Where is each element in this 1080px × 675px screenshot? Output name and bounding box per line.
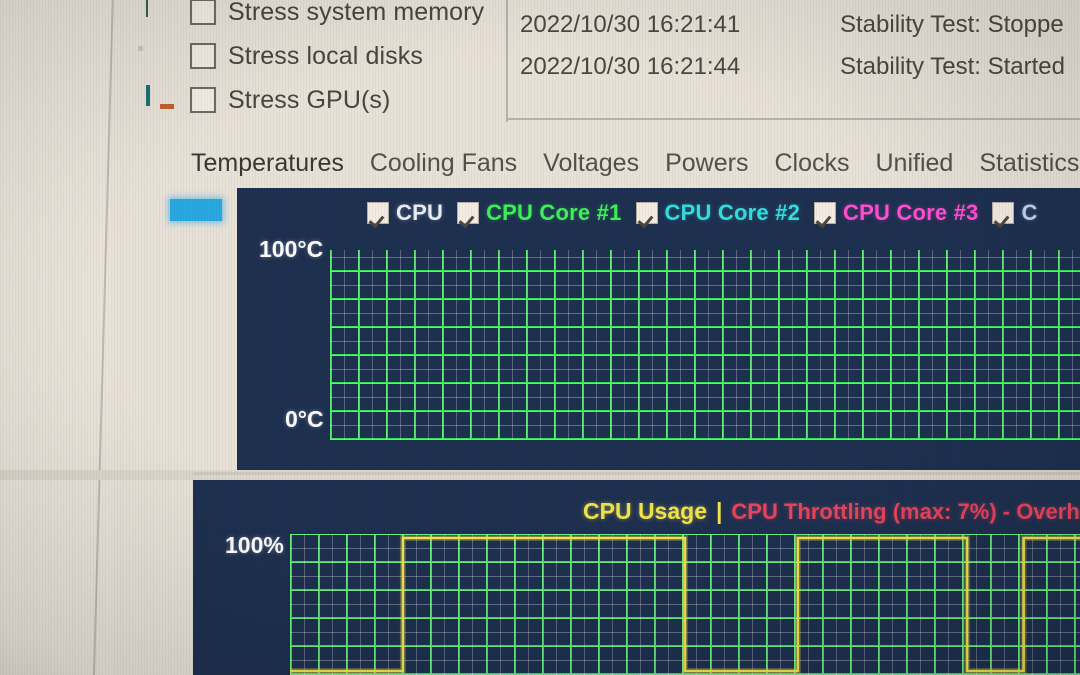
stress-option-label: Stress local disks [228,41,423,70]
chart-tab-bar[interactable]: Temperatures Cooling Fans Voltages Power… [178,146,1080,180]
log-underline [506,118,1080,120]
usage-chart-top-border [193,472,1080,475]
temperatures-chart: CPU CPU Core #1 CPU Core #2 CPU Core #3 … [237,188,1080,470]
stress-options-list: Stress system memory Stress local disks … [146,0,506,122]
ram-icon [146,0,180,25]
cpu-usage-chart: CPU Usage | CPU Throttling (max: 7%) - O… [193,480,1080,675]
disk-icon [146,43,180,69]
legend-label: CPU [396,200,444,225]
tab-voltages[interactable]: Voltages [530,146,652,180]
stress-option-row[interactable]: Stress system memory [146,0,506,34]
log-message: Stability Test: Started [840,53,1065,80]
legend-item-cpu[interactable]: CPU [367,200,443,226]
usage-chart-title: CPU Usage | CPU Throttling (max: 7%) - O… [583,498,1080,525]
log-timestamp: 2022/10/30 16:21:41 [520,11,741,38]
temperature-plot-grid [330,250,1080,440]
stress-option-label: Stress system memory [228,0,485,26]
legend-checkbox[interactable] [457,202,480,224]
log-panel[interactable]: 2022/10/30 16:21:41 Stability Test: Stop… [520,4,1080,88]
stress-gpu-checkbox[interactable] [190,87,216,113]
tab-statistics[interactable]: Statistics [966,146,1080,180]
usage-axis-max-label: 100% [225,532,284,558]
cpu-usage-waveform [290,535,1080,674]
tab-clocks[interactable]: Clocks [761,146,862,180]
temperature-legend[interactable]: CPU CPU Core #1 CPU Core #2 CPU Core #3 … [367,200,1038,226]
tab-unified[interactable]: Unified [862,146,966,180]
throttling-status-label: CPU Throttling (max: 7%) - Overhea [731,498,1080,524]
stress-system-memory-checkbox[interactable] [190,0,216,25]
temp-axis-max-label: 100°C [259,236,324,262]
legend-label: C [1021,200,1038,225]
tab-cooling-fans[interactable]: Cooling Fans [357,146,530,180]
log-divider [506,0,508,122]
temp-axis-min-label: 0°C [285,406,324,432]
log-timestamp: 2022/10/30 16:21:44 [520,53,741,80]
legend-label: CPU Core #1 [486,200,622,225]
legend-label: CPU Core #2 [664,200,800,225]
log-message: Stability Test: Stoppe [840,11,1064,38]
legend-checkbox[interactable] [814,202,836,224]
legend-item-cpu-core-1[interactable]: CPU Core #1 [457,200,621,226]
legend-item-cpu-core-4[interactable]: C [992,200,1037,226]
log-row: 2022/10/30 16:21:44 Stability Test: Star… [520,46,1080,88]
title-separator: | [715,498,723,524]
legend-item-cpu-core-2[interactable]: CPU Core #2 [635,200,800,226]
legend-checkbox[interactable] [635,202,658,224]
stress-option-row[interactable]: Stress GPU(s) [146,78,506,122]
usage-title-label: CPU Usage [583,498,707,524]
tab-powers[interactable]: Powers [652,146,761,180]
stress-option-row[interactable]: Stress local disks [146,34,506,78]
tab-temperatures[interactable]: Temperatures [178,146,357,180]
legend-checkbox[interactable] [367,202,389,224]
gpu-icon [146,85,180,113]
stress-local-disks-checkbox[interactable] [190,43,216,69]
selection-indicator [170,199,222,221]
legend-checkbox[interactable] [992,202,1015,224]
legend-label: CPU Core #3 [843,200,979,225]
log-row: 2022/10/30 16:21:41 Stability Test: Stop… [520,4,1080,46]
legend-item-cpu-core-3[interactable]: CPU Core #3 [814,200,978,226]
screen-photo: Stress system memory Stress local disks … [0,0,1080,675]
stress-option-label: Stress GPU(s) [228,85,391,114]
